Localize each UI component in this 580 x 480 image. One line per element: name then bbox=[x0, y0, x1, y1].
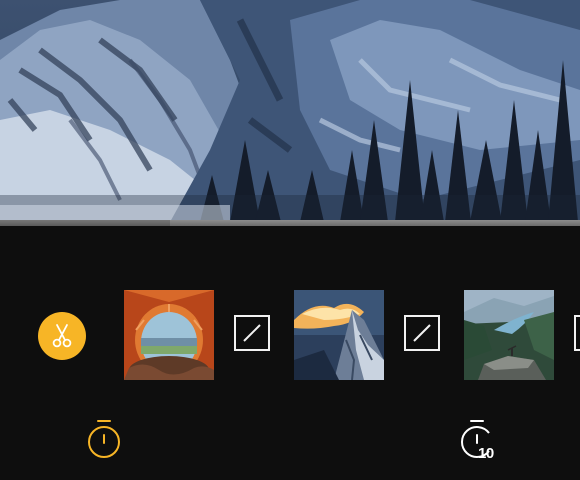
stopwatch-icon bbox=[88, 420, 120, 458]
stopwatch-button[interactable] bbox=[86, 418, 122, 465]
clip-thumbnail-peak[interactable] bbox=[294, 290, 384, 380]
scissors-icon bbox=[52, 324, 72, 348]
editor-panel: 10 bbox=[0, 226, 580, 480]
mountain-scene bbox=[0, 0, 580, 222]
clip-thumbnail-valley[interactable] bbox=[464, 290, 554, 380]
mountain-peak-image bbox=[294, 290, 384, 380]
transition-slash-icon bbox=[413, 324, 431, 342]
video-preview[interactable] bbox=[0, 0, 580, 222]
valley-rock-image bbox=[464, 290, 554, 380]
transition-slash-icon bbox=[243, 324, 261, 342]
transition-button[interactable] bbox=[404, 315, 440, 351]
transition-button[interactable] bbox=[234, 315, 270, 351]
tent-view-image bbox=[124, 290, 214, 380]
timer-10-label: 10 bbox=[478, 445, 494, 462]
cut-button[interactable] bbox=[38, 312, 86, 360]
video-editor: 10 bbox=[0, 0, 580, 480]
clip-thumbnail-tent[interactable] bbox=[124, 290, 214, 380]
next-transition-partial[interactable] bbox=[574, 315, 580, 351]
